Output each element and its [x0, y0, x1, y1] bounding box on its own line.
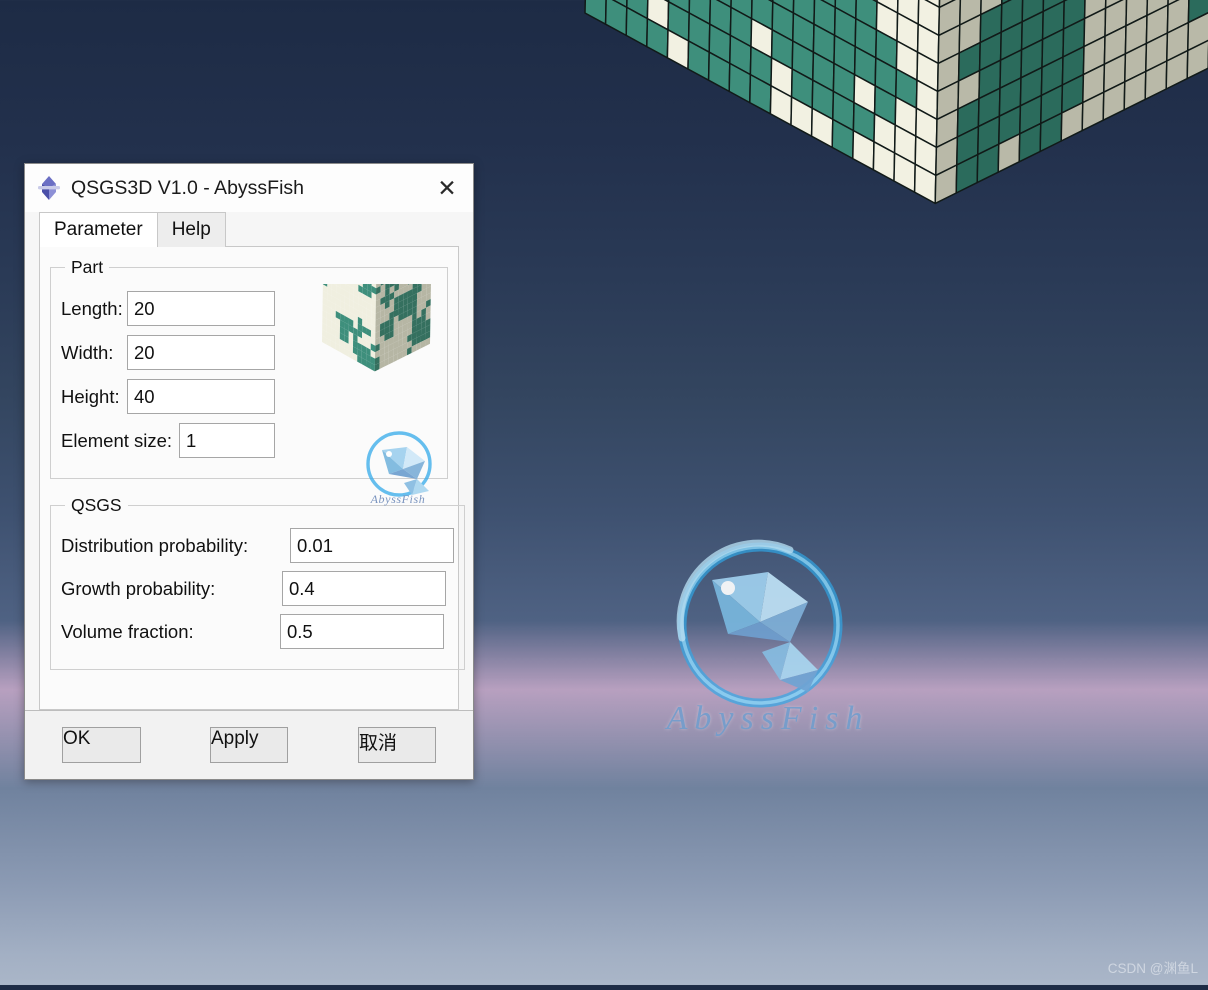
- growth-probability-label: Growth probability:: [61, 578, 282, 600]
- distribution-probability-label: Distribution probability:: [61, 535, 290, 557]
- width-input[interactable]: 20: [127, 335, 275, 370]
- element-size-input[interactable]: 1: [179, 423, 275, 458]
- csdn-credit-watermark: CSDN @渊鱼L: [1108, 957, 1198, 977]
- cancel-button[interactable]: 取消: [358, 727, 436, 763]
- volume-fraction-input[interactable]: 0.5: [280, 614, 444, 649]
- qsgs-group: QSGS Distribution probability: 0.01 Grow…: [50, 495, 465, 670]
- field-row-distribution-probability: Distribution probability: 0.01: [61, 528, 454, 563]
- abyssfish-fish-logo: AbyssFish: [286, 284, 441, 509]
- volume-fraction-label: Volume fraction:: [61, 621, 280, 643]
- width-label: Width:: [61, 342, 127, 364]
- tab-help[interactable]: Help: [157, 212, 226, 247]
- tabstrip: Parameter Help: [25, 212, 473, 247]
- part-preview-thumbnail[interactable]: AbyssFish: [286, 284, 441, 509]
- part-group: Part Length: 20 Width: 20 Height: 40 Ele…: [50, 257, 448, 479]
- ok-button[interactable]: OK: [62, 727, 141, 763]
- octahedron-icon: [36, 175, 62, 201]
- qsgs-group-legend: QSGS: [65, 495, 128, 516]
- distribution-probability-input[interactable]: 0.01: [290, 528, 454, 563]
- preview-watermark-text: AbyssFish: [370, 492, 426, 506]
- tab-parameter[interactable]: Parameter: [39, 212, 158, 247]
- dialog-title: QSGS3D V1.0 - AbyssFish: [71, 177, 304, 200]
- length-input[interactable]: 20: [127, 291, 275, 326]
- dialog-titlebar[interactable]: QSGS3D V1.0 - AbyssFish ✕: [25, 164, 473, 212]
- apply-button[interactable]: Apply: [210, 727, 288, 763]
- height-label: Height:: [61, 386, 127, 408]
- close-icon[interactable]: ✕: [421, 164, 473, 212]
- element-size-label: Element size:: [61, 430, 179, 452]
- field-row-growth-probability: Growth probability: 0.4: [61, 571, 454, 606]
- tab-panel-parameter: Part Length: 20 Width: 20 Height: 40 Ele…: [39, 247, 459, 710]
- growth-probability-input[interactable]: 0.4: [282, 571, 446, 606]
- field-row-volume-fraction: Volume fraction: 0.5: [61, 614, 454, 649]
- part-group-legend: Part: [65, 257, 109, 278]
- height-input[interactable]: 40: [127, 379, 275, 414]
- length-label: Length:: [61, 298, 127, 320]
- dialog-footer: OK Apply 取消: [25, 710, 473, 779]
- qsgs3d-dialog: QSGS3D V1.0 - AbyssFish ✕ Parameter Help…: [24, 163, 474, 780]
